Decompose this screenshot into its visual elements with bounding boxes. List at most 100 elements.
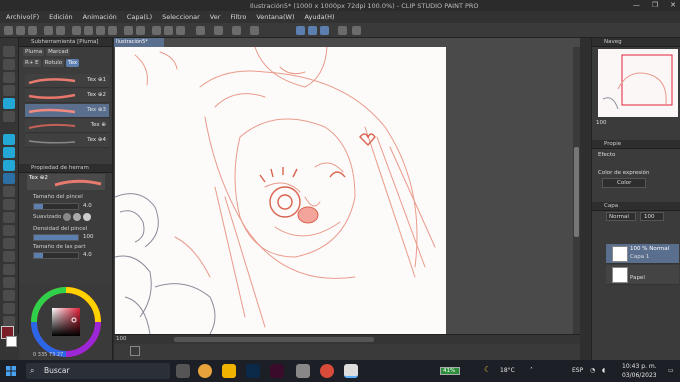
blend-tool-icon[interactable]: [3, 212, 15, 223]
taskbar-search[interactable]: ⌕ Buscar: [26, 363, 170, 379]
menu-archivo[interactable]: Archivo(F): [6, 13, 39, 21]
decoration-tool-icon[interactable]: [3, 186, 15, 197]
airbrush-tool-icon[interactable]: [3, 173, 15, 184]
brush-item[interactable]: Tex ⊕1: [25, 74, 109, 88]
frame-tool-icon[interactable]: [3, 264, 15, 275]
paste-icon[interactable]: [108, 26, 117, 35]
weather-icon[interactable]: ☾: [484, 365, 491, 374]
snap-ruler-icon[interactable]: [214, 26, 223, 35]
menu-capa[interactable]: Capa(L): [127, 13, 152, 21]
expression-color-select[interactable]: Color: [602, 178, 646, 188]
particle-size-slider[interactable]: [33, 252, 79, 259]
menu-ver[interactable]: Ver: [210, 13, 221, 21]
app-icon[interactable]: [296, 364, 310, 378]
snap-guide-icon[interactable]: [308, 26, 317, 35]
tab-textura[interactable]: Tex: [66, 59, 80, 67]
redo-icon[interactable]: [56, 26, 65, 35]
ruler-tool-icon[interactable]: [3, 277, 15, 288]
menu-ayuda[interactable]: Ayuda(H): [305, 13, 335, 21]
chrome-icon[interactable]: [198, 364, 212, 378]
pencil-tool-icon[interactable]: [3, 147, 15, 158]
open-icon[interactable]: [16, 26, 25, 35]
device-icon[interactable]: [338, 26, 347, 35]
temperature[interactable]: 18°C: [500, 367, 515, 374]
snap-special-ruler-icon[interactable]: [296, 26, 305, 35]
snap-off-icon[interactable]: [196, 26, 205, 35]
tab-marcador[interactable]: Marcad: [46, 48, 71, 56]
cut-icon[interactable]: [84, 26, 93, 35]
document-tab[interactable]: Ilustración5*: [114, 38, 164, 47]
menu-filtro[interactable]: Filtro: [230, 13, 246, 21]
clear-icon[interactable]: [72, 26, 81, 35]
menu-edicion[interactable]: Edición: [49, 13, 73, 21]
smoothing-options[interactable]: [63, 213, 103, 221]
balloon-tool-icon[interactable]: [3, 303, 15, 314]
snap-grid-icon[interactable]: [232, 26, 241, 35]
blend-mode-select[interactable]: Normal: [606, 212, 636, 221]
file-explorer-icon[interactable]: [222, 364, 236, 378]
brush-size-slider[interactable]: [33, 203, 79, 210]
transform-icon[interactable]: [136, 26, 145, 35]
move-tool-icon[interactable]: [3, 72, 15, 83]
volume-icon[interactable]: ◖: [602, 367, 605, 374]
menu-ventana[interactable]: Ventana(W): [256, 13, 294, 21]
brush-item[interactable]: Tex ⊕: [25, 119, 109, 133]
menu-animacion[interactable]: Animación: [83, 13, 117, 21]
task-view-icon[interactable]: [176, 364, 190, 378]
undo-icon[interactable]: [44, 26, 53, 35]
hand-tool-icon[interactable]: [3, 59, 15, 70]
density-slider[interactable]: [33, 234, 79, 241]
menu-seleccionar[interactable]: Seleccionar: [162, 13, 200, 21]
brush-item[interactable]: Tex ⊕4: [25, 134, 109, 148]
photoshop-icon[interactable]: [246, 364, 260, 378]
navigator-preview[interactable]: [598, 49, 678, 117]
zoom-tool-icon[interactable]: [3, 46, 15, 57]
new-file-icon[interactable]: [4, 26, 13, 35]
minimize-button[interactable]: —: [633, 1, 640, 9]
auto-select-tool-icon[interactable]: [3, 98, 15, 109]
snap-vector-icon[interactable]: [320, 26, 329, 35]
brush-item[interactable]: Tex ⊕2: [25, 89, 109, 103]
clip-studio-icon[interactable]: [344, 364, 358, 378]
clock-date[interactable]: 03/06/2023: [622, 372, 657, 379]
language-indicator[interactable]: ESP: [572, 367, 583, 374]
tray-chevron-icon[interactable]: ˄: [530, 367, 533, 374]
copy-icon[interactable]: [96, 26, 105, 35]
close-button[interactable]: ✕: [670, 1, 676, 9]
vertical-scrollbar[interactable]: [573, 47, 580, 334]
horizontal-scrollbar[interactable]: [174, 337, 374, 342]
sub-color-swatch[interactable]: [6, 336, 17, 347]
tab-pluma[interactable]: Pluma: [23, 48, 45, 56]
scrollbar-thumb[interactable]: [574, 147, 579, 237]
brush-tool-icon[interactable]: [3, 160, 15, 171]
gradient-tool-icon[interactable]: [3, 238, 15, 249]
chrome-profile-icon[interactable]: [320, 364, 334, 378]
maximize-button[interactable]: ❐: [652, 1, 658, 9]
text-tool-icon[interactable]: [3, 290, 15, 301]
smoothing-option-icon[interactable]: [73, 213, 81, 221]
drawing-canvas[interactable]: [115, 47, 446, 334]
tab-rotulo[interactable]: Rotulo: [42, 59, 65, 67]
wifi-icon[interactable]: ◔: [590, 367, 595, 374]
eyedropper-tool-icon[interactable]: [3, 111, 15, 122]
invert-selection-icon[interactable]: [164, 26, 173, 35]
windows-start-icon[interactable]: [6, 366, 16, 376]
zoom-level[interactable]: 100: [116, 336, 127, 342]
fill-icon[interactable]: [124, 26, 133, 35]
layer-palette-icon[interactable]: [130, 346, 140, 356]
smoothing-option-icon[interactable]: [63, 213, 71, 221]
save-icon[interactable]: [28, 26, 37, 35]
pen-tool-icon[interactable]: [3, 134, 15, 145]
tab-efecto[interactable]: R+ E: [23, 59, 41, 67]
clock-time[interactable]: 10:43 p. m.: [622, 363, 657, 370]
eraser-tool-icon[interactable]: [3, 199, 15, 210]
layer-row[interactable]: Papel: [606, 265, 679, 285]
show-selection-icon[interactable]: [176, 26, 185, 35]
battery-indicator[interactable]: 41%: [440, 367, 460, 375]
selection-tool-icon[interactable]: [3, 85, 15, 96]
layer-opacity-slider[interactable]: 100: [640, 212, 664, 221]
after-effects-icon[interactable]: [270, 364, 284, 378]
fill-tool-icon[interactable]: [3, 225, 15, 236]
figure-tool-icon[interactable]: [3, 251, 15, 262]
color-wheel[interactable]: [19, 284, 113, 360]
